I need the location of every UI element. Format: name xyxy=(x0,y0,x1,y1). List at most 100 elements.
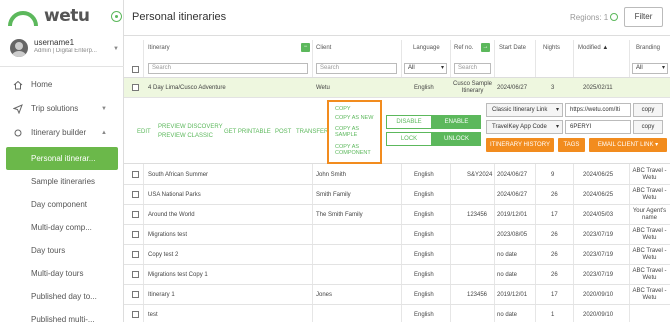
lock-toggle[interactable]: LOCK xyxy=(386,132,432,146)
cell-itinerary[interactable]: South African Summer xyxy=(148,172,208,178)
table-row[interactable]: Migrations test Copy 1 English no date 26 20… xyxy=(124,265,670,285)
table-row[interactable]: Migrations test English 2023/08/05 26 2023/0… xyxy=(124,225,670,245)
row-checkbox[interactable] xyxy=(132,191,139,198)
cell-language: English xyxy=(414,172,434,178)
cell-itinerary[interactable]: Itinerary 1 xyxy=(148,292,175,298)
itinerary-search-input[interactable]: Search xyxy=(148,63,308,74)
sidebar-item-itinerary-builder[interactable]: Itinerary builder ▲ xyxy=(0,121,124,145)
column-header-branding[interactable]: Branding xyxy=(636,45,660,51)
ref-search-input[interactable]: Search xyxy=(454,63,491,74)
column-header-start-date[interactable]: Start Date xyxy=(499,45,526,51)
cell-language: English xyxy=(414,252,434,258)
cell-itinerary[interactable]: Migrations test xyxy=(148,232,187,238)
cell-branding: ABC Travel - Wetu xyxy=(632,188,667,201)
copy-app-code-button[interactable]: copy xyxy=(633,120,663,134)
settings-gear-icon[interactable] xyxy=(111,11,122,22)
branding-filter-select[interactable]: All xyxy=(632,63,668,74)
sidebar-subitem-day-tours[interactable]: Day tours xyxy=(0,239,124,262)
wetu-logo[interactable]: wetu xyxy=(8,4,122,30)
copy-as-new-link[interactable]: COPY AS NEW xyxy=(335,115,373,121)
sidebar-subitem-published-multi-day[interactable]: Published multi-... xyxy=(0,308,124,322)
cell-start-date: 2024/06/27 xyxy=(497,85,528,91)
preview-classic-link[interactable]: PREVIEW CLASSIC xyxy=(158,133,213,139)
sidebar-subitem-sample-itineraries[interactable]: Sample itineraries xyxy=(0,170,124,193)
sidebar-subitem-day-component[interactable]: Day component xyxy=(0,193,124,216)
sidebar-subitem-multi-day-tours[interactable]: Multi-day tours xyxy=(0,262,124,285)
row-checkbox[interactable] xyxy=(132,231,139,238)
row-checkbox[interactable] xyxy=(132,311,139,318)
row-checkbox[interactable] xyxy=(132,251,139,258)
tags-button[interactable]: TAGS xyxy=(558,138,585,152)
language-filter-select[interactable]: All xyxy=(404,63,447,74)
itineraries-table: Itinerary − Search Client Search Languag… xyxy=(124,40,670,322)
cell-itinerary[interactable]: Copy test 2 xyxy=(148,252,178,258)
arrow-right-icon[interactable]: → xyxy=(481,43,490,52)
table-row[interactable]: Copy test 2 English no date 26 2023/07/19 ABC… xyxy=(124,245,670,265)
client-search-input[interactable]: Search xyxy=(316,63,397,74)
sidebar-subitem-published-day-tours[interactable]: Published day to... xyxy=(0,285,124,308)
column-header-modified[interactable]: Modified ▲ xyxy=(578,45,608,51)
table-row-selected[interactable]: 4 Day Lima/Cusco Adventure Wetu English … xyxy=(124,78,670,98)
enable-toggle[interactable]: ENABLE xyxy=(432,115,481,129)
cell-itinerary[interactable]: 4 Day Lima/Cusco Adventure xyxy=(148,85,226,91)
cell-modified: 2024/06/25 xyxy=(583,172,614,178)
copy-link[interactable]: COPY xyxy=(335,106,351,112)
link-type-select[interactable]: Classic Itinerary Link xyxy=(486,103,563,117)
cell-start-date: no date xyxy=(497,312,518,318)
cell-nights: 26 xyxy=(551,252,558,258)
filter-button[interactable]: Filter xyxy=(624,7,663,27)
sidebar-item-trip-solutions[interactable]: Trip solutions ▼ xyxy=(0,97,124,121)
app-code-type-select[interactable]: TravelKey App Code xyxy=(486,120,563,134)
unlock-toggle[interactable]: UNLOCK xyxy=(432,132,481,146)
sidebar-item-home[interactable]: Home xyxy=(0,73,124,97)
itinerary-history-button[interactable]: ITINERARY HISTORY xyxy=(486,138,554,152)
logo-text: wetu xyxy=(44,6,90,26)
app-code-field[interactable]: 6PERYI xyxy=(565,120,631,134)
copy-as-sample-link[interactable]: COPY AS SAMPLE xyxy=(335,126,375,138)
table-header: Itinerary − Search Client Search Languag… xyxy=(124,40,670,78)
user-menu[interactable]: username1 Admin | Digital Enterp... ▼ xyxy=(10,37,120,61)
get-printable-link[interactable]: GET PRINTABLE xyxy=(224,129,271,135)
cell-modified: 2023/07/19 xyxy=(583,252,614,258)
column-header-itinerary[interactable]: Itinerary xyxy=(148,45,170,51)
column-header-nights[interactable]: Nights xyxy=(543,45,560,51)
regions-indicator[interactable]: Regions: 1 xyxy=(570,13,619,22)
table-row[interactable]: Around the World The Smith Family English 1… xyxy=(124,205,670,225)
copy-as-component-link[interactable]: COPY AS COMPONENT xyxy=(335,144,379,156)
table-row[interactable]: test English no date 1 2020/09/10 xyxy=(124,305,670,322)
table-row[interactable]: USA National Parks Smith Family English 202… xyxy=(124,185,670,205)
cell-itinerary[interactable]: USA National Parks xyxy=(148,192,201,198)
row-checkbox[interactable] xyxy=(132,271,139,278)
cell-client: Smith Family xyxy=(316,192,351,198)
table-row[interactable]: Itinerary 1 Jones English 123456 2019/12/01 1… xyxy=(124,285,670,305)
preview-discovery-link[interactable]: PREVIEW DISCOVERY xyxy=(158,124,223,130)
column-header-ref[interactable]: Ref no. xyxy=(454,45,473,51)
post-link[interactable]: POST xyxy=(275,129,291,135)
column-toggle-icon[interactable]: − xyxy=(301,43,310,52)
row-checkbox[interactable] xyxy=(132,291,139,298)
cell-itinerary[interactable]: Migrations test Copy 1 xyxy=(148,272,208,278)
cell-modified: 2023/07/19 xyxy=(583,272,614,278)
cell-itinerary[interactable]: test xyxy=(148,312,158,318)
select-all-checkbox[interactable] xyxy=(132,66,139,73)
column-header-client[interactable]: Client xyxy=(316,45,331,51)
transfer-link[interactable]: TRANSFER xyxy=(296,129,328,135)
cell-language: English xyxy=(414,232,434,238)
cell-client: Wetu xyxy=(316,85,330,91)
link-value-field[interactable]: https://wetu.com/Iti xyxy=(565,103,631,117)
disable-toggle[interactable]: DISABLE xyxy=(386,115,432,129)
row-checkbox[interactable] xyxy=(132,84,139,91)
sidebar-subitem-multi-day-component[interactable]: Multi-day comp... xyxy=(0,216,124,239)
email-client-link-button[interactable]: EMAIL CLIENT LINK ▾ xyxy=(589,138,667,152)
column-header-language[interactable]: Language xyxy=(413,45,440,51)
table-row[interactable]: South African Summer John Smith English S&Y… xyxy=(124,165,670,185)
cell-language: English xyxy=(414,85,434,91)
copy-link-button[interactable]: copy xyxy=(633,103,663,117)
sidebar-subitem-personal-itineraries[interactable]: Personal itinerar... xyxy=(6,147,118,170)
row-checkbox[interactable] xyxy=(132,171,139,178)
row-checkbox[interactable] xyxy=(132,211,139,218)
edit-link[interactable]: EDIT xyxy=(137,129,151,135)
cell-nights: 26 xyxy=(551,272,558,278)
cell-branding: ABC Travel - Wetu xyxy=(632,168,667,181)
cell-itinerary[interactable]: Around the World xyxy=(148,212,195,218)
